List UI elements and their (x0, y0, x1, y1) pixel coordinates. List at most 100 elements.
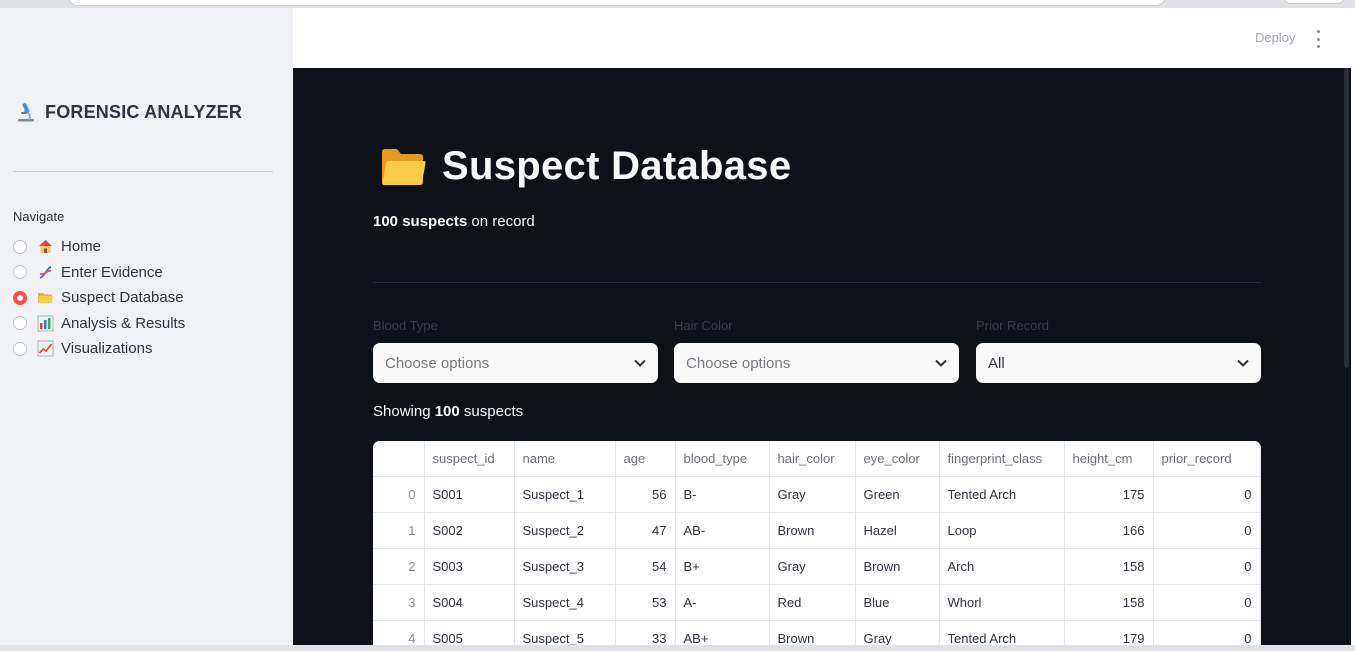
blood-type-select[interactable]: Choose options (373, 343, 658, 383)
suspect-table[interactable]: suspect_id name age blood_type hair_colo… (373, 441, 1261, 645)
nav-item-suspect-database[interactable]: Suspect Database (13, 285, 185, 311)
address-bar[interactable] (68, 0, 1166, 6)
row-index: 3 (373, 584, 425, 621)
table-cell[interactable]: 56 (615, 476, 676, 513)
column-header[interactable] (373, 441, 425, 477)
folder-icon (37, 289, 54, 306)
main-divider (373, 282, 1261, 283)
table-cell[interactable]: B- (675, 476, 770, 513)
table-cell[interactable]: Suspect_5 (514, 620, 616, 645)
app-header: Deploy (293, 8, 1351, 68)
column-header[interactable]: eye_color (855, 441, 940, 477)
hair-color-select[interactable]: Choose options (674, 343, 959, 383)
table-cell[interactable]: 33 (615, 620, 676, 645)
table-cell[interactable]: 0 (1153, 584, 1261, 621)
brand: FORENSIC ANALYZER (15, 100, 242, 124)
row-index: 1 (373, 512, 425, 549)
table-cell[interactable]: 53 (615, 584, 676, 621)
table-cell[interactable]: B+ (675, 548, 770, 585)
table-cell[interactable]: Tented Arch (939, 476, 1065, 513)
table-cell[interactable]: 0 (1153, 476, 1261, 513)
prior-record-filter: Prior Record All (976, 318, 1261, 383)
table-cell[interactable]: Suspect_1 (514, 476, 616, 513)
table-cell[interactable]: Brown (769, 620, 856, 645)
radio-visualizations[interactable] (13, 341, 27, 356)
table-cell[interactable]: A- (675, 584, 770, 621)
select-placeholder: Choose options (385, 354, 490, 372)
nav-item-label: Home (61, 238, 102, 256)
column-header[interactable]: blood_type (675, 441, 770, 477)
table-cell[interactable]: 179 (1064, 620, 1154, 645)
showing-count-text: Showing 100 suspects (373, 403, 523, 420)
table-cell[interactable]: 166 (1064, 512, 1154, 549)
radio-enter-evidence[interactable] (13, 265, 27, 280)
table-cell[interactable]: Blue (855, 584, 940, 621)
sidebar-divider (13, 171, 273, 172)
table-cell[interactable]: Loop (939, 512, 1065, 549)
table-cell[interactable]: Gray (769, 476, 856, 513)
table-header-row: suspect_id name age blood_type hair_colo… (373, 441, 1261, 477)
table-cell[interactable]: 47 (615, 512, 676, 549)
select-value: All (988, 354, 1005, 372)
table-cell[interactable]: S001 (424, 476, 515, 513)
table-row[interactable]: 0 S001 Suspect_1 56 B- Gray Green Tented… (373, 476, 1261, 513)
column-header[interactable]: height_cm (1064, 441, 1154, 477)
table-cell[interactable]: Suspect_3 (514, 548, 616, 585)
table-cell[interactable]: Brown (855, 548, 940, 585)
table-cell[interactable]: Green (855, 476, 940, 513)
nav-item-home[interactable]: Home (13, 234, 185, 260)
table-cell[interactable]: S004 (424, 584, 515, 621)
table-row[interactable]: 1 S002 Suspect_2 47 AB- Brown Hazel Loop… (373, 512, 1261, 549)
radio-home[interactable] (13, 239, 27, 254)
table-cell[interactable]: S003 (424, 548, 515, 585)
browser-control[interactable] (1283, 0, 1345, 4)
table-cell[interactable]: Gray (855, 620, 940, 645)
column-header[interactable]: age (615, 441, 676, 477)
column-header[interactable]: fingerprint_class (939, 441, 1065, 477)
column-header[interactable]: name (514, 441, 616, 477)
table-cell[interactable]: S005 (424, 620, 515, 645)
table-cell[interactable]: AB+ (675, 620, 770, 645)
app-window: FORENSIC ANALYZER Navigate Home Enter Ev… (0, 0, 1355, 651)
table-cell[interactable]: Whorl (939, 584, 1065, 621)
table-cell[interactable]: Tented Arch (939, 620, 1065, 645)
table-cell[interactable]: Gray (769, 548, 856, 585)
table-row[interactable]: 3 S004 Suspect_4 53 A- Red Blue Whorl 15… (373, 584, 1261, 621)
table-cell[interactable]: 0 (1153, 620, 1261, 645)
page-title: Suspect Database (380, 144, 791, 189)
table-cell[interactable]: AB- (675, 512, 770, 549)
table-row[interactable]: 4 S005 Suspect_5 33 AB+ Brown Gray Tente… (373, 620, 1261, 645)
table-cell[interactable]: Hazel (855, 512, 940, 549)
table-cell[interactable]: 158 (1064, 584, 1154, 621)
column-header[interactable]: prior_record (1153, 441, 1261, 477)
table-cell[interactable]: Arch (939, 548, 1065, 585)
table-cell[interactable]: 175 (1064, 476, 1154, 513)
table-cell[interactable]: Brown (769, 512, 856, 549)
scrollbar-track[interactable] (1351, 8, 1355, 645)
nav-item-analysis-results[interactable]: Analysis & Results (13, 311, 185, 337)
showing-count: 100 (434, 403, 460, 420)
nav-item-enter-evidence[interactable]: Enter Evidence (13, 260, 185, 286)
table-cell[interactable]: Suspect_2 (514, 512, 616, 549)
scrollbar-thumb[interactable] (1344, 68, 1349, 368)
deploy-button[interactable]: Deploy (1255, 30, 1295, 45)
column-header[interactable]: suspect_id (424, 441, 515, 477)
nav-item-label: Enter Evidence (61, 263, 163, 281)
table-cell[interactable]: S002 (424, 512, 515, 549)
kebab-menu-icon[interactable] (1313, 30, 1323, 48)
prior-record-select[interactable]: All (976, 343, 1261, 383)
table-cell[interactable]: Red (769, 584, 856, 621)
radio-analysis-results[interactable] (13, 316, 27, 331)
table-row[interactable]: 2 S003 Suspect_3 54 B+ Gray Brown Arch 1… (373, 548, 1261, 585)
table-cell[interactable]: 0 (1153, 548, 1261, 585)
radio-suspect-database[interactable] (13, 290, 27, 305)
browser-chrome (0, 0, 1355, 8)
sidebar: FORENSIC ANALYZER Navigate Home Enter Ev… (0, 8, 293, 645)
nav-item-visualizations[interactable]: Visualizations (13, 336, 185, 362)
nav-item-label: Visualizations (61, 340, 153, 358)
table-cell[interactable]: 54 (615, 548, 676, 585)
table-cell[interactable]: 0 (1153, 512, 1261, 549)
column-header[interactable]: hair_color (769, 441, 856, 477)
table-cell[interactable]: Suspect_4 (514, 584, 616, 621)
table-cell[interactable]: 158 (1064, 548, 1154, 585)
